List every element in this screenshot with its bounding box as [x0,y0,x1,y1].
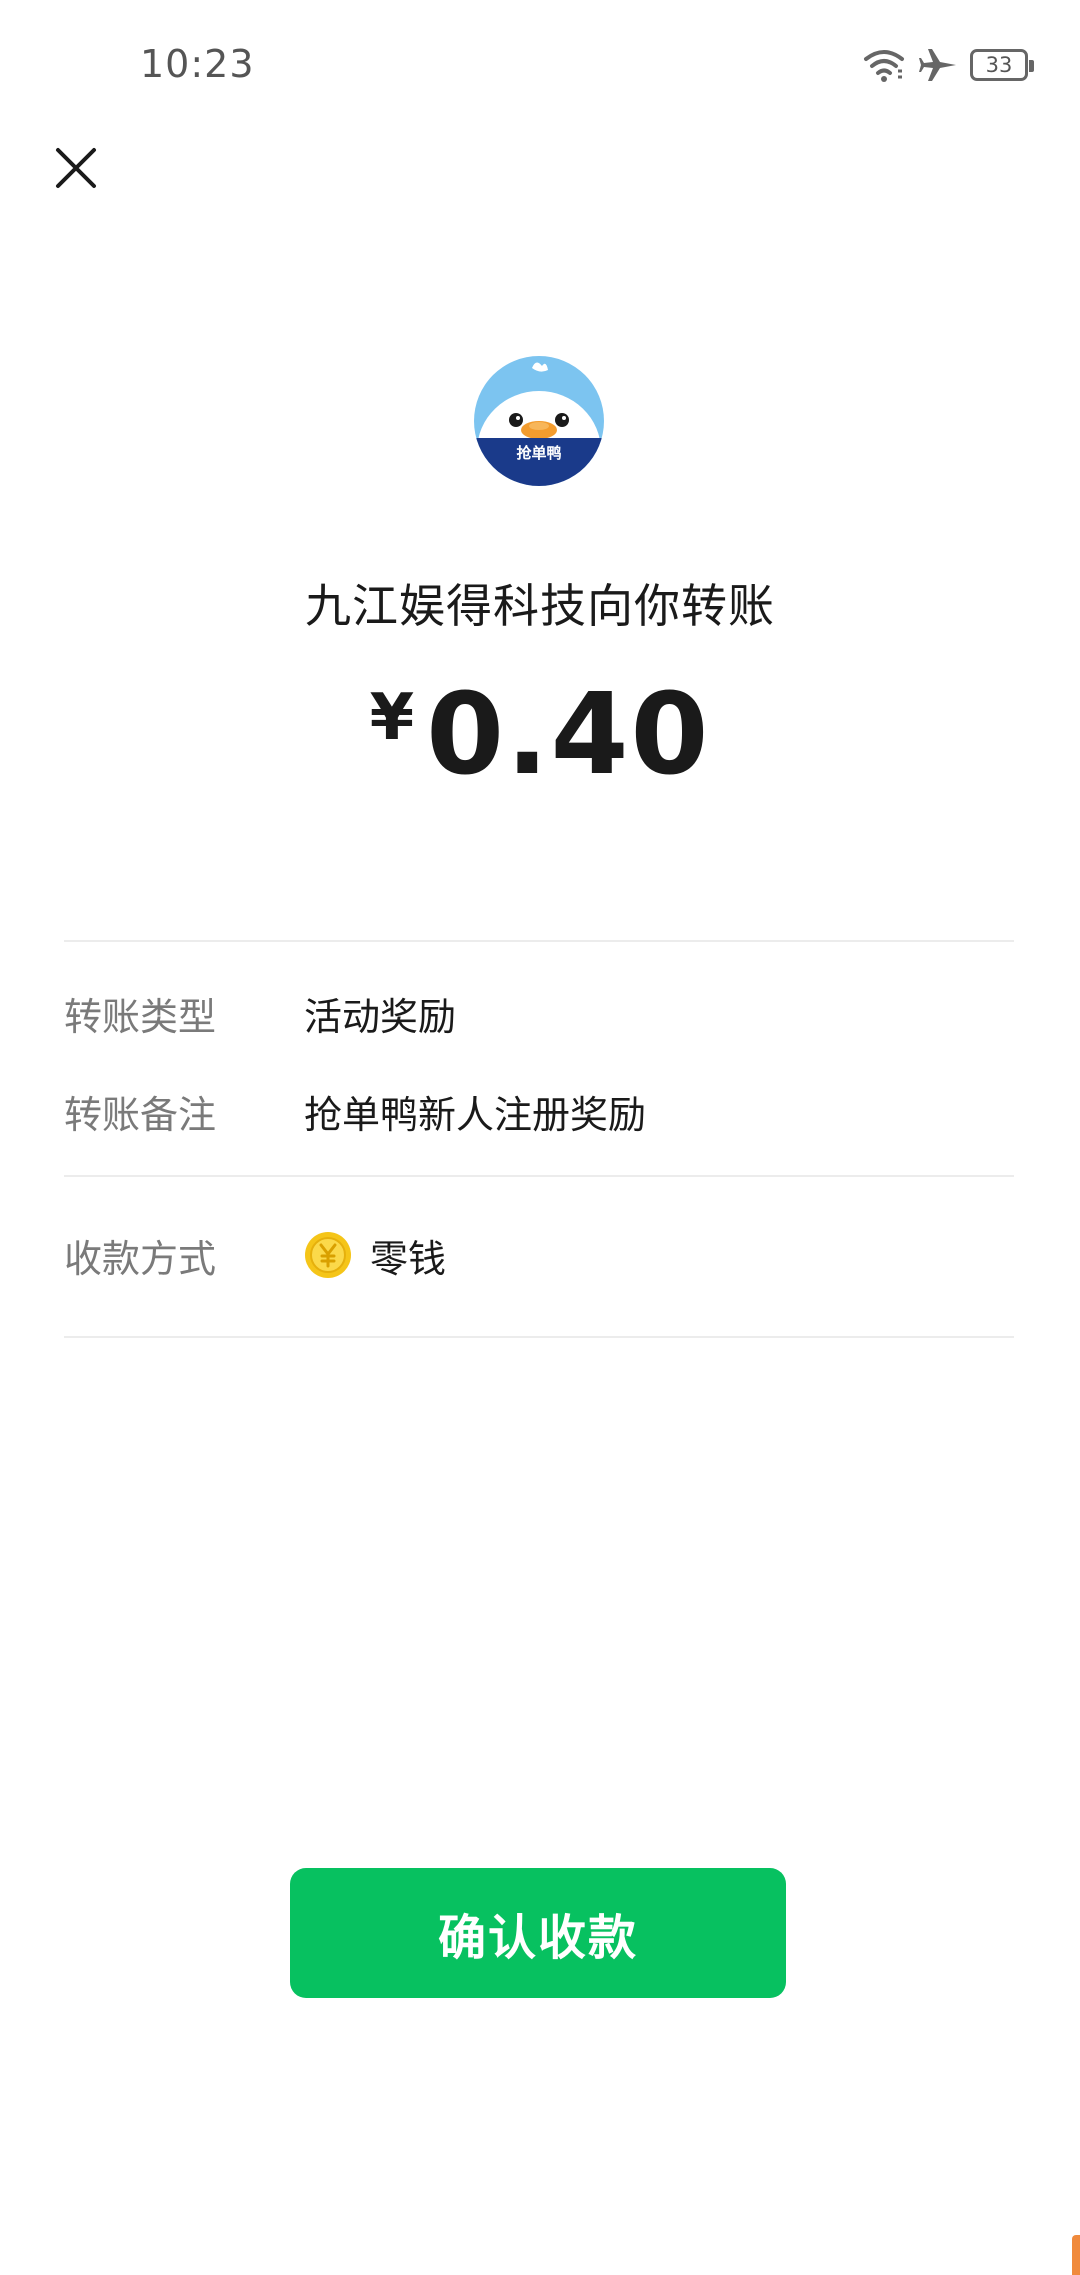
confirm-receive-label: 确认收款 [437,1910,638,1966]
transfer-type-label: 转账类型 [64,994,217,1039]
battery-level: 33 [985,52,1013,77]
divider [64,1175,1014,1177]
payer-avatar: 抢单鸭 [474,356,604,486]
coin-icon [305,1232,351,1278]
close-button[interactable] [48,140,104,196]
amount: ¥0.40 [0,670,1080,800]
amount-value: 0.40 [426,670,711,800]
battery-icon: 33 [970,49,1034,81]
currency-symbol: ¥ [369,681,415,755]
payer-title: 九江娱得科技向你转账 [305,579,775,633]
close-icon [56,148,96,188]
transfer-note-label: 转账备注 [64,1092,217,1137]
status-icons: 33 [862,42,1034,88]
avatar-label: 抢单鸭 [516,444,562,462]
status-bar: 10:23 33 [0,0,1080,130]
divider [64,940,1014,942]
detail-row-payment-method[interactable]: 收款方式 零钱 [64,1225,1014,1285]
payment-method-value: 零钱 [370,1236,447,1281]
confirm-receive-button[interactable]: 确认收款 [290,1868,786,1998]
airplane-icon [919,49,956,81]
detail-row-transfer-note: 转账备注 抢单鸭新人注册奖励 [64,1081,1014,1141]
duck-logo-icon [474,356,604,486]
transfer-note-value: 抢单鸭新人注册奖励 [304,1092,647,1137]
divider [64,1336,1014,1338]
wifi-icon [864,50,904,82]
payment-method[interactable]: 零钱 [304,1228,446,1283]
transfer-type-value: 活动奖励 [304,994,457,1039]
status-time: 10:23 [140,42,255,86]
payment-method-label: 收款方式 [64,1236,217,1281]
scroll-indicator [1072,2235,1080,2275]
detail-row-transfer-type: 转账类型 活动奖励 [64,983,1014,1043]
